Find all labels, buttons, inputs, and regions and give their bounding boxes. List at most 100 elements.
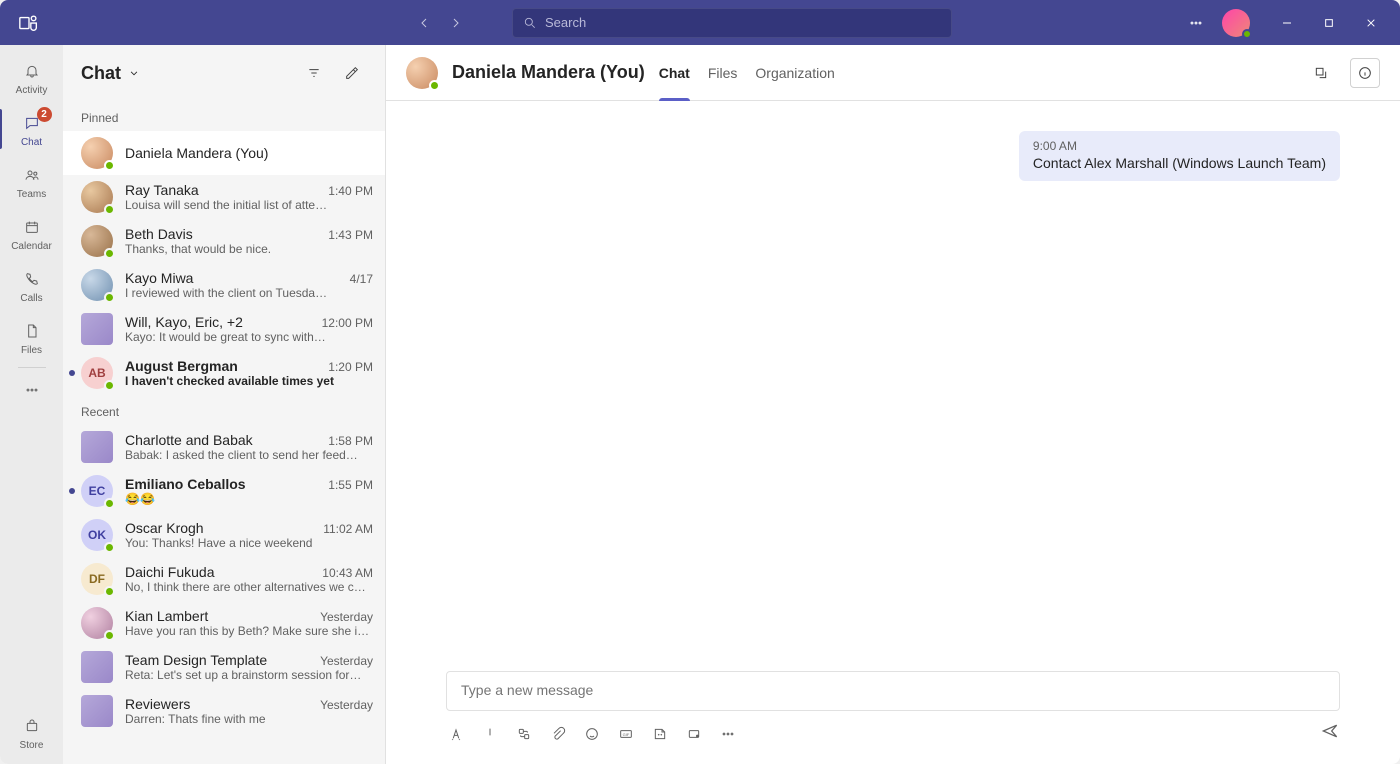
more-compose-button[interactable] <box>718 724 738 744</box>
rail-chat[interactable]: 2 Chat <box>0 103 63 155</box>
conversation-avatar[interactable] <box>406 57 438 89</box>
emoji-button[interactable] <box>582 724 602 744</box>
avatar: OK <box>81 519 113 551</box>
chat-item-name: Reviewers <box>125 696 312 712</box>
avatar <box>81 137 113 169</box>
chat-list-title-text: Chat <box>81 63 121 84</box>
gif-button[interactable]: GIF <box>616 724 636 744</box>
window-maximize-button[interactable] <box>1308 0 1350 45</box>
chat-item-preview: I haven't checked available times yet <box>125 374 373 388</box>
avatar <box>81 225 113 257</box>
chat-item[interactable]: OKOscar Krogh11:02 AMYou: Thanks! Have a… <box>63 513 385 557</box>
window-minimize-button[interactable] <box>1266 0 1308 45</box>
chat-item-time: 11:02 AM <box>323 522 373 536</box>
chat-item-preview: No, I think there are other alternatives… <box>125 580 373 594</box>
app-rail: Activity 2 Chat Teams Calendar Calls <box>0 45 63 764</box>
format-button[interactable] <box>446 724 466 744</box>
chat-item[interactable]: Charlotte and Babak 1:58 PMBabak: I asked… <box>63 425 385 469</box>
chat-item[interactable]: DFDaichi Fukuda10:43 AMNo, I think there… <box>63 557 385 601</box>
message-area: 9:00 AM Contact Alex Marshall (Windows L… <box>386 101 1400 671</box>
presence-available-icon <box>104 292 115 303</box>
rail-activity[interactable]: Activity <box>0 51 63 103</box>
nav-forward-button[interactable] <box>440 7 472 39</box>
chat-item-preview: 😂😂 <box>125 492 373 506</box>
search-bar[interactable] <box>512 8 952 38</box>
chat-item-name: Oscar Krogh <box>125 520 315 536</box>
chat-list-title[interactable]: Chat <box>81 63 141 84</box>
rail-calls[interactable]: Calls <box>0 259 63 311</box>
chat-item[interactable]: Ray Tanaka1:40 PMLouisa will send the in… <box>63 175 385 219</box>
bell-icon <box>20 59 44 83</box>
rail-label: Calls <box>20 293 42 304</box>
chat-item[interactable]: Team Design TemplateYesterdayReta: Let's… <box>63 645 385 689</box>
chat-item-name: Kayo Miwa <box>125 270 342 286</box>
more-options-button[interactable] <box>1180 10 1212 36</box>
chat-item[interactable]: Kayo Miwa4/17I reviewed with the client … <box>63 263 385 307</box>
rail-label: Store <box>20 740 44 751</box>
chat-item-preview: Babak: I asked the client to send her fe… <box>125 448 373 462</box>
phone-icon <box>20 267 44 291</box>
popout-button[interactable] <box>1306 58 1336 88</box>
rail-store[interactable]: Store <box>0 706 63 758</box>
avatar: DF <box>81 563 113 595</box>
unread-badge: 2 <box>37 107 52 122</box>
chat-item[interactable]: Daniela Mandera (You) <box>63 131 385 175</box>
presence-available-icon <box>104 204 115 215</box>
window-close-button[interactable] <box>1350 0 1392 45</box>
chat-list-panel: Chat Pinned Daniela Mandera (You) Ray Tana… <box>63 45 386 764</box>
loop-button[interactable] <box>514 724 534 744</box>
new-chat-button[interactable] <box>337 58 367 88</box>
search-input[interactable] <box>545 15 941 30</box>
message-composer[interactable] <box>446 671 1340 711</box>
rail-teams[interactable]: Teams <box>0 155 63 207</box>
sticker-button[interactable] <box>650 724 670 744</box>
message-bubble[interactable]: 9:00 AM Contact Alex Marshall (Windows L… <box>1019 131 1340 181</box>
conversation-title: Daniela Mandera (You) <box>452 62 645 83</box>
rail-calendar[interactable]: Calendar <box>0 207 63 259</box>
chat-item-name: Charlotte and Babak <box>125 432 320 448</box>
rail-files[interactable]: Files <box>0 311 63 363</box>
store-icon <box>20 714 44 738</box>
presence-available-icon <box>104 630 115 641</box>
chat-item[interactable]: Beth Davis1:43 PMThanks, that would be n… <box>63 219 385 263</box>
chat-item-time: 10:43 AM <box>322 566 373 580</box>
avatar <box>81 651 113 683</box>
rail-more-apps[interactable] <box>0 372 63 408</box>
send-button[interactable] <box>1320 721 1340 746</box>
teams-logo-icon <box>8 2 50 44</box>
chat-item[interactable]: ReviewersYesterdayDarren: Thats fine wit… <box>63 689 385 733</box>
avatar <box>81 695 113 727</box>
avatar <box>81 607 113 639</box>
chat-item[interactable]: ABAugust Bergman1:20 PMI haven't checked… <box>63 351 385 395</box>
tab-organization[interactable]: Organization <box>755 45 834 101</box>
avatar: AB <box>81 357 113 389</box>
nav-back-button[interactable] <box>408 7 440 39</box>
chat-item[interactable]: Will, Kayo, Eric, +212:00 PMKayo: It wou… <box>63 307 385 351</box>
chat-item-time: Yesterday <box>320 610 373 624</box>
avatar: EC <box>81 475 113 507</box>
ellipsis-icon <box>20 378 44 402</box>
composer-input[interactable] <box>461 682 1325 698</box>
conversation-panel: Daniela Mandera (You) Chat Files Organiz… <box>386 45 1400 764</box>
rail-label: Activity <box>16 85 48 96</box>
chat-item[interactable]: Kian LambertYesterdayHave you ran this b… <box>63 601 385 645</box>
chat-item-name: Ray Tanaka <box>125 182 320 198</box>
chat-item-name: Daniela Mandera (You) <box>125 145 373 161</box>
filter-button[interactable] <box>299 58 329 88</box>
chat-item-preview: Reta: Let's set up a brainstorm session … <box>125 668 373 682</box>
tab-files[interactable]: Files <box>708 45 738 101</box>
tab-chat[interactable]: Chat <box>659 45 690 101</box>
section-label: Recent <box>63 395 385 425</box>
presence-available-icon <box>104 542 115 553</box>
priority-button[interactable] <box>480 724 500 744</box>
current-user-avatar[interactable] <box>1222 9 1250 37</box>
presence-available-icon <box>429 80 440 91</box>
stream-button[interactable] <box>684 724 704 744</box>
section-label: Pinned <box>63 101 385 131</box>
presence-available-icon <box>104 498 115 509</box>
rail-label: Chat <box>21 137 42 148</box>
chat-item[interactable]: ECEmiliano Ceballos1:55 PM😂😂 <box>63 469 385 513</box>
attach-button[interactable] <box>548 724 568 744</box>
info-button[interactable] <box>1350 58 1380 88</box>
chat-item-time: 1:58 PM <box>328 434 373 448</box>
